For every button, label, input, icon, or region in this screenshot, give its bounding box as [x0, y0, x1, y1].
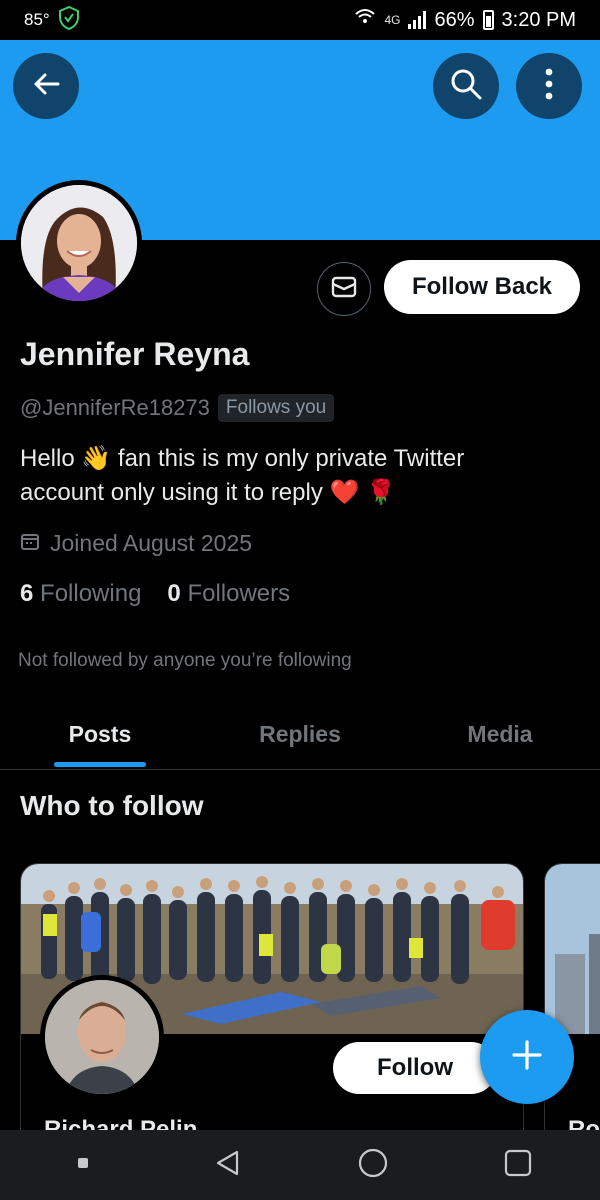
- system-nav-bar: [0, 1130, 600, 1200]
- suggestion-avatar[interactable]: [40, 975, 164, 1099]
- followers-link[interactable]: 0 Followers: [167, 580, 290, 608]
- tab-replies[interactable]: Replies: [200, 700, 400, 769]
- profile-avatar[interactable]: [16, 180, 142, 306]
- follows-you-badge: Follows you: [217, 394, 335, 422]
- more-options-button[interactable]: [516, 53, 582, 119]
- nav-recents-button[interactable]: [53, 1135, 113, 1195]
- tab-label: Replies: [259, 721, 341, 747]
- battery-icon: [482, 10, 494, 30]
- clock-time: 3:20 PM: [501, 8, 576, 31]
- status-bar: 85° 4G 66% 3:20 PM: [0, 0, 600, 40]
- profile-handle: @JenniferRe18273: [20, 395, 210, 420]
- tab-label: Posts: [68, 721, 132, 747]
- joined-date: Joined August 2025: [20, 530, 252, 557]
- nav-overview-button[interactable]: [488, 1135, 548, 1195]
- calendar-icon: [20, 530, 40, 557]
- bio-line: account only using it to reply ❤️ 🌹: [20, 479, 396, 506]
- plus-icon: [511, 1039, 543, 1076]
- battery-percent: 66%: [434, 8, 475, 31]
- search-button[interactable]: [433, 53, 499, 119]
- card-banner-photo: [545, 864, 600, 1034]
- who-to-follow-title: Who to follow: [20, 790, 204, 821]
- wifi-icon: [354, 7, 376, 33]
- tab-posts[interactable]: Posts: [0, 700, 200, 769]
- follow-back-button[interactable]: Follow Back: [384, 260, 580, 314]
- nav-home-button[interactable]: [343, 1135, 403, 1195]
- avatar-photo: [21, 185, 137, 301]
- profile-name: Jennifer Reyna: [20, 336, 250, 372]
- bio-line: Hello 👋 fan this is my only private Twit…: [20, 445, 465, 472]
- search-icon: [449, 67, 483, 106]
- handle-row: @JenniferRe18273 Follows you: [20, 394, 335, 422]
- following-link[interactable]: 6 Following: [20, 580, 141, 608]
- square-small-icon: [76, 1156, 90, 1175]
- tab-media[interactable]: Media: [400, 700, 600, 769]
- circle-home-icon: [357, 1147, 389, 1184]
- arrow-left-icon: [30, 68, 62, 105]
- signal-icon: [408, 11, 427, 29]
- status-right: 4G 66% 3:20 PM: [354, 7, 576, 33]
- tab-label: Media: [467, 721, 533, 747]
- joined-text: Joined August 2025: [50, 530, 253, 556]
- profile-bio: Hello 👋 fan this is my only private Twit…: [20, 442, 580, 510]
- temperature-text: 85°: [24, 10, 50, 29]
- followers-count: 0: [167, 580, 181, 607]
- network-type: 4G: [384, 13, 401, 27]
- envelope-icon: [331, 276, 357, 303]
- not-followed-note: Not followed by anyone you’re following: [18, 650, 352, 671]
- following-count: 6: [20, 580, 34, 607]
- follow-counts: 6 Following 0 Followers: [20, 580, 290, 608]
- shield-icon: [58, 5, 80, 35]
- triangle-back-icon: [213, 1148, 243, 1183]
- active-tab-indicator: [54, 762, 146, 767]
- following-label: Following: [40, 580, 142, 607]
- profile-tabs: Posts Replies Media: [0, 700, 600, 770]
- suggestion-avatar-photo: [45, 980, 159, 1094]
- back-button[interactable]: [13, 53, 79, 119]
- followers-label: Followers: [187, 580, 291, 607]
- nav-back-button[interactable]: [198, 1135, 258, 1195]
- follow-button[interactable]: Follow: [333, 1042, 497, 1094]
- status-left: 85°: [24, 5, 80, 35]
- message-button[interactable]: [317, 262, 371, 316]
- compose-post-button[interactable]: [480, 1010, 574, 1104]
- more-vertical-icon: [545, 68, 553, 105]
- square-overview-icon: [503, 1148, 533, 1183]
